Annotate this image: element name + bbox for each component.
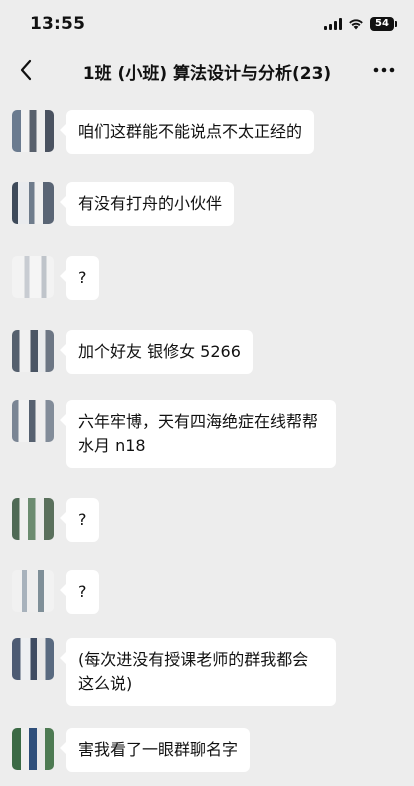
avatar[interactable] — [12, 110, 54, 152]
avatar[interactable] — [12, 498, 54, 540]
message-bubble[interactable]: 害我看了一眼群聊名字 — [59, 728, 251, 772]
avatar[interactable] — [12, 182, 54, 224]
wifi-icon — [349, 19, 363, 30]
more-button[interactable] — [368, 54, 400, 86]
message-bubble[interactable]: ? — [60, 498, 99, 542]
more-dots-icon — [373, 67, 395, 73]
status-bar: 13:55 54 — [0, 0, 414, 46]
message-bubble[interactable]: ? — [60, 570, 99, 614]
message-bubble[interactable]: 六年牢博，天有四海绝症在线帮帮水月 n18 — [60, 400, 336, 468]
message-bubble[interactable]: 咱们这群能不能说点不太正经的 — [59, 110, 315, 154]
battery-icon: 54 — [370, 17, 397, 31]
message-bubble[interactable]: ? — [60, 256, 99, 300]
status-icons: 54 — [324, 16, 397, 32]
message-bubble[interactable]: 加个好友 银修女 5266 — [60, 330, 253, 374]
avatar[interactable] — [12, 570, 54, 612]
nav-bar: 1班 (小班) 算法设计与分析(23) — [0, 46, 414, 94]
message-bubble[interactable]: 有没有打舟的小伙伴 — [59, 182, 235, 226]
avatar[interactable] — [12, 728, 54, 770]
avatar[interactable] — [12, 400, 54, 442]
status-time: 13:55 — [30, 14, 86, 34]
chat-title: 1班 (小班) 算法设计与分析(23) — [82, 64, 332, 84]
message-list[interactable]: 咱们这群能不能说点不太正经的 有没有打舟的小伙伴 ? 加个好友 银修女 5266… — [0, 94, 414, 786]
back-button[interactable] — [8, 52, 44, 88]
avatar[interactable] — [12, 256, 54, 298]
avatar[interactable] — [12, 330, 54, 372]
avatar[interactable] — [12, 638, 54, 680]
chevron-left-icon — [20, 59, 32, 81]
message-bubble[interactable]: (每次进没有授课老师的群我都会这么说) — [60, 638, 336, 706]
cellular-signal-icon — [324, 18, 342, 30]
